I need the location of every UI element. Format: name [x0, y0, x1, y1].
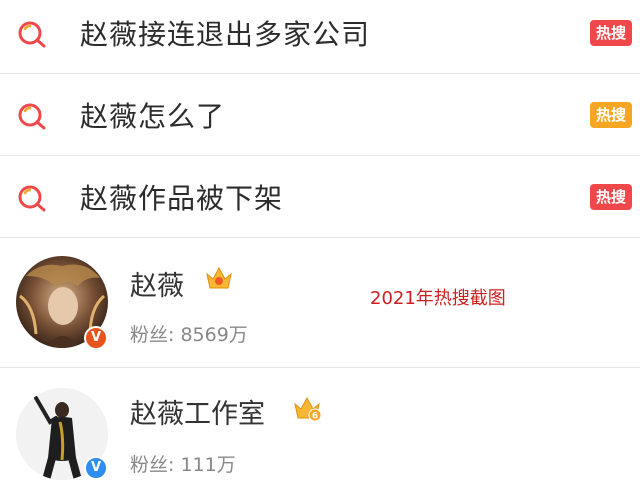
user-name[interactable]: 赵薇	[130, 264, 184, 303]
fans-count: 粉丝: 8569万	[130, 320, 248, 347]
hot-badge: 热搜	[590, 183, 632, 210]
user-card-2[interactable]: V 赵薇工作室 6 粉丝: 111万	[0, 368, 640, 488]
hot-search-row-1[interactable]: 赵薇接连退出多家公司 热搜	[0, 0, 640, 74]
hot-search-query[interactable]: 赵薇接连退出多家公司	[80, 13, 370, 53]
hot-search-query[interactable]: 赵薇作品被下架	[80, 177, 283, 217]
hot-search-query[interactable]: 赵薇怎么了	[80, 95, 225, 135]
hot-search-row-3[interactable]: 赵薇作品被下架 热搜	[0, 156, 640, 238]
vip-crown-icon	[206, 266, 232, 289]
search-icon	[18, 103, 46, 129]
hot-badge: 热搜	[590, 19, 632, 46]
hot-badge: 热搜	[590, 101, 632, 128]
hot-search-row-2[interactable]: 赵薇怎么了 热搜	[0, 74, 640, 156]
user-name[interactable]: 赵薇工作室	[130, 392, 265, 431]
screenshot-annotation: 2021年热搜截图	[370, 288, 506, 309]
fans-value: 8569万	[180, 324, 248, 346]
search-icon	[18, 21, 46, 47]
vip-level: 6	[312, 412, 318, 422]
search-icon	[18, 185, 46, 211]
verified-icon: V	[84, 326, 108, 350]
fans-label: 粉丝:	[130, 324, 175, 346]
user-card-1[interactable]: V 赵薇 粉丝: 8569万	[0, 238, 640, 368]
vip-crown-6-icon: 6	[294, 396, 322, 422]
verified-icon: V	[84, 456, 108, 480]
